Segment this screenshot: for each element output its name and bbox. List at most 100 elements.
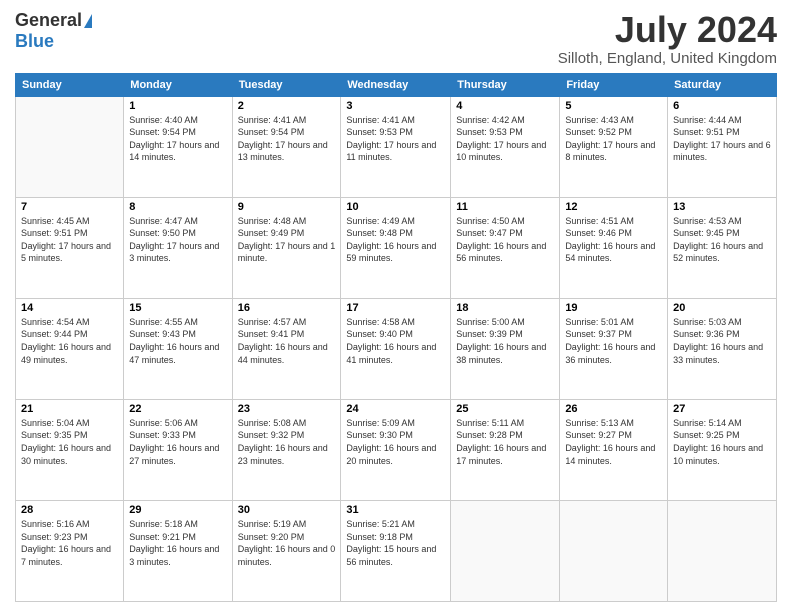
table-row: 8 Sunrise: 4:47 AMSunset: 9:50 PMDaylight… xyxy=(124,197,232,298)
logo-blue: Blue xyxy=(15,31,54,51)
day-info: Sunrise: 4:44 AMSunset: 9:51 PMDaylight:… xyxy=(673,114,771,164)
day-number: 28 xyxy=(21,504,118,516)
day-number: 26 xyxy=(565,403,662,415)
table-row: 7 Sunrise: 4:45 AMSunset: 9:51 PMDaylight… xyxy=(16,197,124,298)
table-row: 20Sunrise: 5:03 AMSunset: 9:36 PMDayligh… xyxy=(668,298,777,399)
col-saturday: Saturday xyxy=(668,73,777,96)
day-number: 31 xyxy=(346,504,445,516)
day-info: Sunrise: 5:08 AMSunset: 9:32 PMDaylight:… xyxy=(238,417,336,467)
table-row: 27Sunrise: 5:14 AMSunset: 9:25 PMDayligh… xyxy=(668,399,777,500)
table-row: 28 Sunrise: 5:16 AMSunset: 9:23 PMDayligh… xyxy=(16,500,124,601)
day-info: Sunrise: 5:19 AMSunset: 9:20 PMDaylight:… xyxy=(238,518,336,568)
table-row: 29 Sunrise: 5:18 AMSunset: 9:21 PMDayligh… xyxy=(124,500,232,601)
table-row: 10 Sunrise: 4:49 AMSunset: 9:48 PMDayligh… xyxy=(341,197,451,298)
day-number: 3 xyxy=(346,100,445,112)
day-number: 6 xyxy=(673,100,771,112)
table-row: 25 Sunrise: 5:11 AMSunset: 9:28 PMDayligh… xyxy=(451,399,560,500)
table-row: 24 Sunrise: 5:09 AMSunset: 9:30 PMDayligh… xyxy=(341,399,451,500)
col-wednesday: Wednesday xyxy=(341,73,451,96)
day-number: 12 xyxy=(565,201,662,213)
day-info: Sunrise: 5:14 AMSunset: 9:25 PMDaylight:… xyxy=(673,417,771,467)
day-number: 2 xyxy=(238,100,336,112)
table-row: 19 Sunrise: 5:01 AMSunset: 9:37 PMDayligh… xyxy=(560,298,668,399)
day-info: Sunrise: 5:09 AMSunset: 9:30 PMDaylight:… xyxy=(346,417,445,467)
day-number: 5 xyxy=(565,100,662,112)
day-number: 25 xyxy=(456,403,554,415)
day-info: Sunrise: 4:53 AMSunset: 9:45 PMDaylight:… xyxy=(673,215,771,265)
day-info: Sunrise: 4:41 AMSunset: 9:53 PMDaylight:… xyxy=(346,114,445,164)
col-tuesday: Tuesday xyxy=(232,73,341,96)
day-number: 1 xyxy=(129,100,226,112)
table-row: 9 Sunrise: 4:48 AMSunset: 9:49 PMDaylight… xyxy=(232,197,341,298)
day-info: Sunrise: 4:47 AMSunset: 9:50 PMDaylight:… xyxy=(129,215,226,265)
day-number: 23 xyxy=(238,403,336,415)
day-number: 22 xyxy=(129,403,226,415)
table-row: 2 Sunrise: 4:41 AMSunset: 9:54 PMDaylight… xyxy=(232,96,341,197)
page: General Blue July 2024 Silloth, England,… xyxy=(0,0,792,612)
day-info: Sunrise: 4:45 AMSunset: 9:51 PMDaylight:… xyxy=(21,215,118,265)
day-info: Sunrise: 4:49 AMSunset: 9:48 PMDaylight:… xyxy=(346,215,445,265)
table-row: 1 Sunrise: 4:40 AMSunset: 9:54 PMDaylight… xyxy=(124,96,232,197)
col-monday: Monday xyxy=(124,73,232,96)
day-number: 17 xyxy=(346,302,445,314)
day-info: Sunrise: 5:18 AMSunset: 9:21 PMDaylight:… xyxy=(129,518,226,568)
table-row: 30 Sunrise: 5:19 AMSunset: 9:20 PMDayligh… xyxy=(232,500,341,601)
col-friday: Friday xyxy=(560,73,668,96)
day-info: Sunrise: 5:04 AMSunset: 9:35 PMDaylight:… xyxy=(21,417,118,467)
day-number: 8 xyxy=(129,201,226,213)
day-info: Sunrise: 5:00 AMSunset: 9:39 PMDaylight:… xyxy=(456,316,554,366)
table-row: 22 Sunrise: 5:06 AMSunset: 9:33 PMDayligh… xyxy=(124,399,232,500)
day-info: Sunrise: 4:58 AMSunset: 9:40 PMDaylight:… xyxy=(346,316,445,366)
header: General Blue July 2024 Silloth, England,… xyxy=(15,10,777,67)
logo: General Blue xyxy=(15,10,92,52)
table-row xyxy=(560,500,668,601)
day-number: 9 xyxy=(238,201,336,213)
day-number: 16 xyxy=(238,302,336,314)
day-number: 19 xyxy=(565,302,662,314)
day-info: Sunrise: 4:41 AMSunset: 9:54 PMDaylight:… xyxy=(238,114,336,164)
day-number: 29 xyxy=(129,504,226,516)
day-info: Sunrise: 4:51 AMSunset: 9:46 PMDaylight:… xyxy=(565,215,662,265)
table-row: 21Sunrise: 5:04 AMSunset: 9:35 PMDayligh… xyxy=(16,399,124,500)
table-row: 14 Sunrise: 4:54 AMSunset: 9:44 PMDayligh… xyxy=(16,298,124,399)
table-row: 26 Sunrise: 5:13 AMSunset: 9:27 PMDayligh… xyxy=(560,399,668,500)
day-number: 11 xyxy=(456,201,554,213)
col-sunday: Sunday xyxy=(16,73,124,96)
table-row: 4 Sunrise: 4:42 AMSunset: 9:53 PMDaylight… xyxy=(451,96,560,197)
day-info: Sunrise: 5:06 AMSunset: 9:33 PMDaylight:… xyxy=(129,417,226,467)
col-thursday: Thursday xyxy=(451,73,560,96)
calendar-header-row: Sunday Monday Tuesday Wednesday Thursday… xyxy=(16,73,777,96)
day-number: 10 xyxy=(346,201,445,213)
day-info: Sunrise: 4:48 AMSunset: 9:49 PMDaylight:… xyxy=(238,215,336,265)
day-number: 7 xyxy=(21,201,118,213)
day-info: Sunrise: 5:16 AMSunset: 9:23 PMDaylight:… xyxy=(21,518,118,568)
day-info: Sunrise: 4:55 AMSunset: 9:43 PMDaylight:… xyxy=(129,316,226,366)
day-info: Sunrise: 5:21 AMSunset: 9:18 PMDaylight:… xyxy=(346,518,445,568)
day-number: 13 xyxy=(673,201,771,213)
table-row xyxy=(668,500,777,601)
table-row: 16 Sunrise: 4:57 AMSunset: 9:41 PMDayligh… xyxy=(232,298,341,399)
table-row: 11 Sunrise: 4:50 AMSunset: 9:47 PMDayligh… xyxy=(451,197,560,298)
day-info: Sunrise: 4:57 AMSunset: 9:41 PMDaylight:… xyxy=(238,316,336,366)
day-number: 14 xyxy=(21,302,118,314)
day-number: 4 xyxy=(456,100,554,112)
month-title: July 2024 xyxy=(558,10,777,50)
day-info: Sunrise: 4:42 AMSunset: 9:53 PMDaylight:… xyxy=(456,114,554,164)
day-info: Sunrise: 4:40 AMSunset: 9:54 PMDaylight:… xyxy=(129,114,226,164)
day-info: Sunrise: 5:13 AMSunset: 9:27 PMDaylight:… xyxy=(565,417,662,467)
day-number: 30 xyxy=(238,504,336,516)
table-row: 17 Sunrise: 4:58 AMSunset: 9:40 PMDayligh… xyxy=(341,298,451,399)
day-info: Sunrise: 5:11 AMSunset: 9:28 PMDaylight:… xyxy=(456,417,554,467)
day-number: 24 xyxy=(346,403,445,415)
table-row: 3 Sunrise: 4:41 AMSunset: 9:53 PMDaylight… xyxy=(341,96,451,197)
table-row: 5Sunrise: 4:43 AMSunset: 9:52 PMDaylight… xyxy=(560,96,668,197)
logo-general: General xyxy=(15,10,82,31)
table-row: 15 Sunrise: 4:55 AMSunset: 9:43 PMDayligh… xyxy=(124,298,232,399)
day-number: 15 xyxy=(129,302,226,314)
day-info: Sunrise: 4:54 AMSunset: 9:44 PMDaylight:… xyxy=(21,316,118,366)
day-number: 18 xyxy=(456,302,554,314)
day-info: Sunrise: 5:01 AMSunset: 9:37 PMDaylight:… xyxy=(565,316,662,366)
day-info: Sunrise: 4:50 AMSunset: 9:47 PMDaylight:… xyxy=(456,215,554,265)
table-row: 13 Sunrise: 4:53 AMSunset: 9:45 PMDayligh… xyxy=(668,197,777,298)
logo-triangle-icon xyxy=(84,14,92,28)
